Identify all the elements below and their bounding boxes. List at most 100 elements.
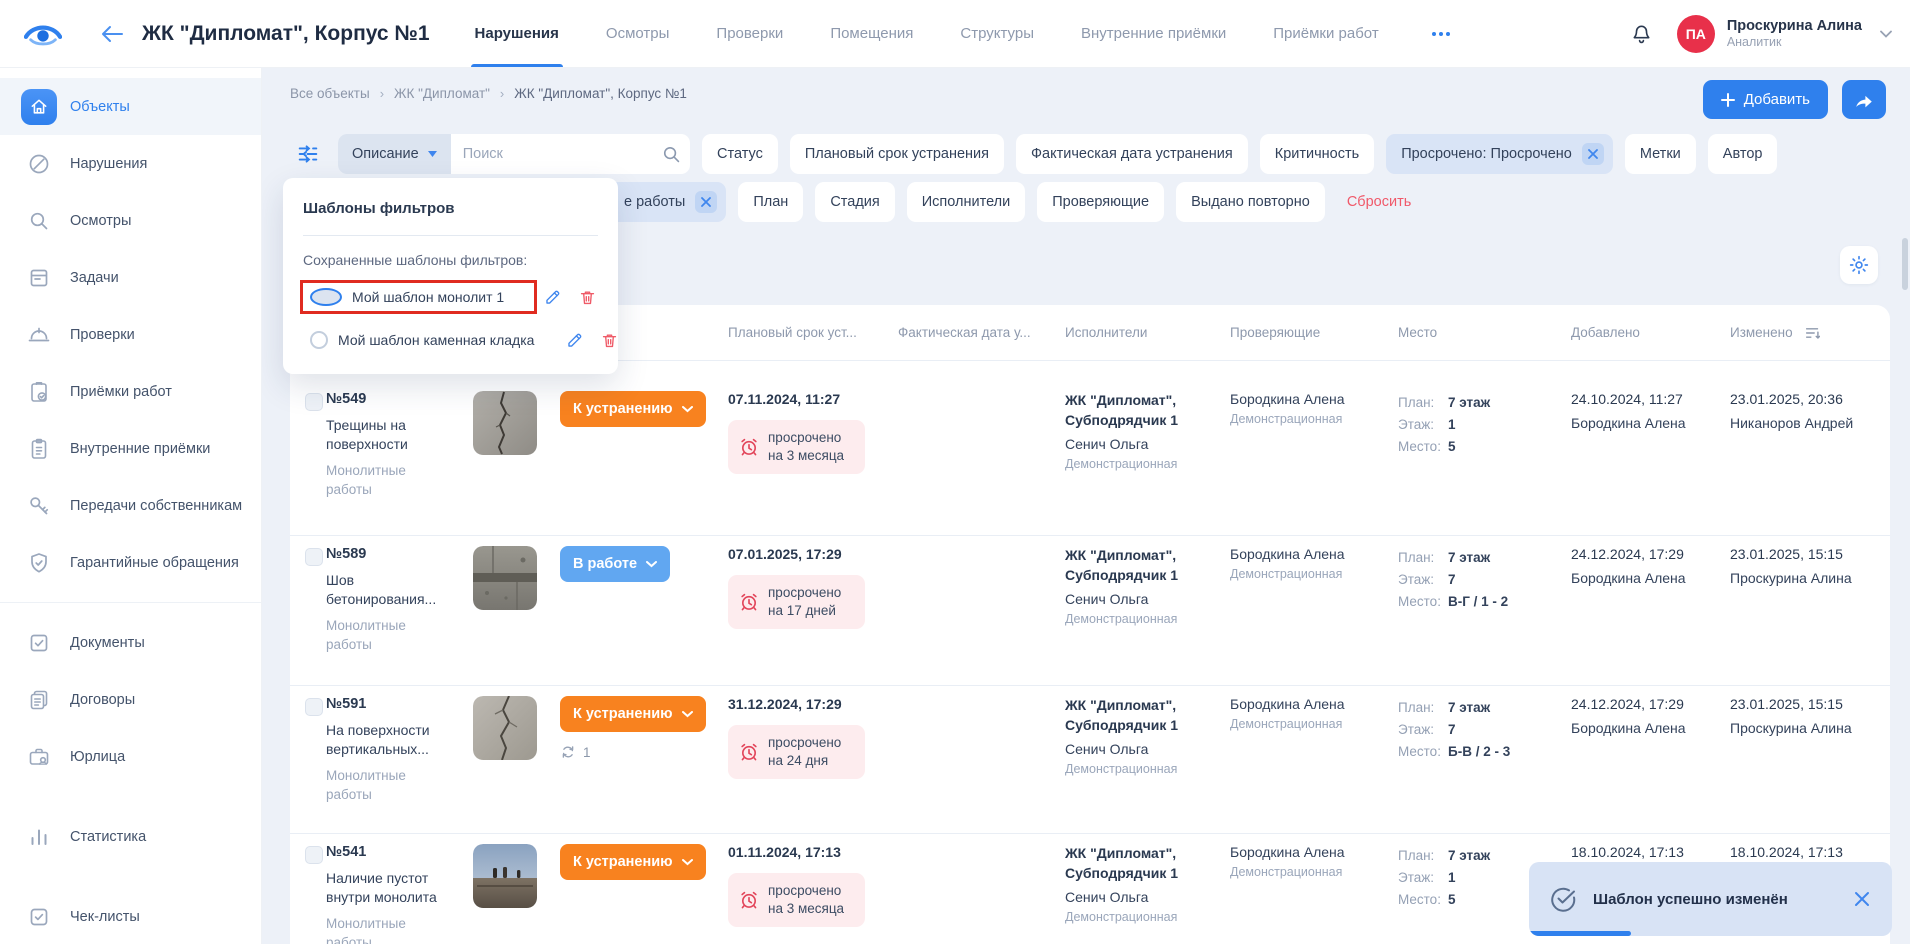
repeat-icon: [560, 744, 576, 760]
filter-chip-labels[interactable]: Метки: [1625, 134, 1696, 174]
filter-chip-overdue-active[interactable]: Просрочено: Просрочено: [1386, 134, 1613, 174]
notifications-bell-icon[interactable]: [1630, 22, 1653, 46]
violation-id[interactable]: №589: [326, 546, 459, 562]
table-row[interactable]: №589 Шов бетонирования... Монолитные раб…: [290, 535, 1890, 685]
col-executors[interactable]: Исполнители: [1065, 325, 1230, 340]
filter-chip-reviewers[interactable]: Проверяющие: [1037, 182, 1164, 222]
filter-templates-button[interactable]: [290, 136, 326, 172]
tab-checks[interactable]: Проверки: [716, 0, 783, 67]
filter-chip-plan-date[interactable]: Плановый срок устранения: [790, 134, 1004, 174]
search-field-select[interactable]: Описание: [338, 134, 451, 174]
tab-work-acceptances[interactable]: Приёмки работ: [1273, 0, 1378, 67]
filter-chip-author[interactable]: Автор: [1708, 134, 1778, 174]
more-tabs-ellipsis-icon[interactable]: [1426, 26, 1456, 42]
sidebar-item-checks[interactable]: Проверки: [0, 306, 261, 363]
gear-icon: [1848, 254, 1870, 276]
chevron-down-icon: [682, 711, 693, 718]
delete-template-button[interactable]: [577, 287, 598, 308]
tab-rooms[interactable]: Помещения: [830, 0, 913, 67]
sidebar-item-inspections[interactable]: Осмотры: [0, 192, 261, 249]
col-plan-date[interactable]: Плановый срок уст...: [728, 325, 898, 340]
edit-template-button[interactable]: [542, 287, 563, 308]
violation-photo[interactable]: [473, 546, 537, 610]
app-logo-eye-icon[interactable]: [24, 21, 62, 47]
template-label[interactable]: Мой шаблон каменная кладка: [338, 332, 534, 348]
sidebar-item-owner-handovers[interactable]: Передачи собственникам: [0, 477, 261, 534]
template-label[interactable]: Мой шаблон монолит 1: [352, 289, 504, 305]
sidebar-item-warranty-claims[interactable]: Гарантийные обращения: [0, 534, 261, 591]
page-scrollbar-thumb[interactable]: [1902, 238, 1908, 290]
row-checkbox[interactable]: [305, 393, 323, 411]
violation-id[interactable]: №549: [326, 391, 459, 407]
edit-template-button[interactable]: [564, 330, 585, 351]
sidebar-item-checklists[interactable]: Чек-листы: [0, 888, 261, 944]
breadcrumb-complex[interactable]: ЖК "Дипломат": [394, 86, 490, 101]
filter-chip-work-type-active[interactable]: е работы: [609, 182, 726, 222]
back-arrow-icon[interactable]: [100, 25, 124, 43]
row-checkbox[interactable]: [305, 846, 323, 864]
delete-template-button[interactable]: [599, 330, 620, 351]
sidebar-item-internal-acceptances[interactable]: Внутренние приёмки: [0, 420, 261, 477]
table-settings-button[interactable]: [1840, 246, 1878, 284]
status-pill[interactable]: К устранению: [560, 391, 706, 427]
filter-chip-reissued[interactable]: Выдано повторно: [1176, 182, 1325, 222]
status-pill[interactable]: К устранению: [560, 696, 706, 732]
col-place[interactable]: Место: [1398, 325, 1571, 340]
tab-structures[interactable]: Структуры: [960, 0, 1034, 67]
tab-violations[interactable]: Нарушения: [475, 0, 559, 67]
filter-chip-status[interactable]: Статус: [702, 134, 778, 174]
search-icon[interactable]: [662, 145, 681, 164]
status-pill[interactable]: В работе: [560, 546, 670, 582]
sidebar-item-violations[interactable]: Нарушения: [0, 135, 261, 192]
violation-photo[interactable]: [473, 696, 537, 760]
violation-photo[interactable]: [473, 391, 537, 455]
reviewer-note: Демонстрационная: [1230, 717, 1384, 731]
executor-person: Сенич Ольга: [1065, 889, 1216, 905]
table-row[interactable]: №591 На поверхности вертикальных... Моно…: [290, 685, 1890, 833]
col-reviewers[interactable]: Проверяющие: [1230, 325, 1398, 340]
tab-inspections[interactable]: Осмотры: [606, 0, 670, 67]
chevron-down-icon: [682, 859, 693, 866]
add-button[interactable]: Добавить: [1703, 80, 1828, 119]
sidebar-item-documents[interactable]: Документы: [0, 614, 261, 671]
violation-id[interactable]: №541: [326, 844, 459, 860]
violation-id[interactable]: №591: [326, 696, 459, 712]
template-radio[interactable]: [310, 331, 328, 349]
breadcrumb-all-objects[interactable]: Все объекты: [290, 86, 370, 101]
row-checkbox[interactable]: [305, 548, 323, 566]
sidebar-item-tasks[interactable]: Задачи: [0, 249, 261, 306]
user-avatar[interactable]: ПА: [1677, 15, 1715, 53]
filter-chip-stage[interactable]: Стадия: [815, 182, 894, 222]
sidebar-item-objects[interactable]: Объекты: [0, 78, 261, 135]
sidebar-item-contracts[interactable]: Договоры: [0, 671, 261, 728]
filter-chip-fact-date[interactable]: Фактическая дата устранения: [1016, 134, 1248, 174]
search-input[interactable]: [451, 134, 662, 174]
col-fact-date[interactable]: Фактическая дата у...: [898, 325, 1065, 340]
status-pill[interactable]: К устранению: [560, 844, 706, 880]
violation-photo[interactable]: [473, 844, 537, 908]
panel-title: Шаблоны фильтров: [303, 200, 598, 217]
filter-chip-criticality[interactable]: Критичность: [1260, 134, 1374, 174]
user-menu[interactable]: Проскурина Алина Аналитик: [1727, 17, 1862, 51]
share-button[interactable]: [1842, 80, 1886, 119]
row-checkbox[interactable]: [305, 698, 323, 716]
executor-note: Демонстрационная: [1065, 762, 1216, 776]
share-arrow-icon: [1854, 91, 1874, 109]
reset-filters-button[interactable]: Сбросить: [1337, 194, 1421, 210]
filter-chip-executors[interactable]: Исполнители: [907, 182, 1025, 222]
sidebar-item-legal-entities[interactable]: Юрлица: [0, 728, 261, 785]
sidebar-item-work-acceptances[interactable]: Приёмки работ: [0, 363, 261, 420]
template-radio-selected[interactable]: [310, 288, 342, 306]
executor-note: Демонстрационная: [1065, 910, 1216, 924]
col-added[interactable]: Добавлено: [1571, 325, 1730, 340]
filter-chip-plan[interactable]: План: [738, 182, 803, 222]
tab-internal-acceptances[interactable]: Внутренние приёмки: [1081, 0, 1226, 67]
toast-close-icon[interactable]: [1850, 887, 1874, 911]
sidebar-item-statistics[interactable]: Статистика: [0, 808, 261, 865]
app-root: ЖК "Дипломат", Корпус №1 Нарушения Осмот…: [0, 0, 1910, 944]
user-chevron-down-icon[interactable]: [1880, 30, 1892, 38]
annotation-highlight: Мой шаблон монолит 1: [303, 283, 534, 311]
remove-filter-icon[interactable]: [695, 191, 717, 213]
remove-filter-icon[interactable]: [1582, 143, 1604, 165]
table-row[interactable]: №549 Трещины на поверхности Монолитные р…: [290, 361, 1890, 535]
